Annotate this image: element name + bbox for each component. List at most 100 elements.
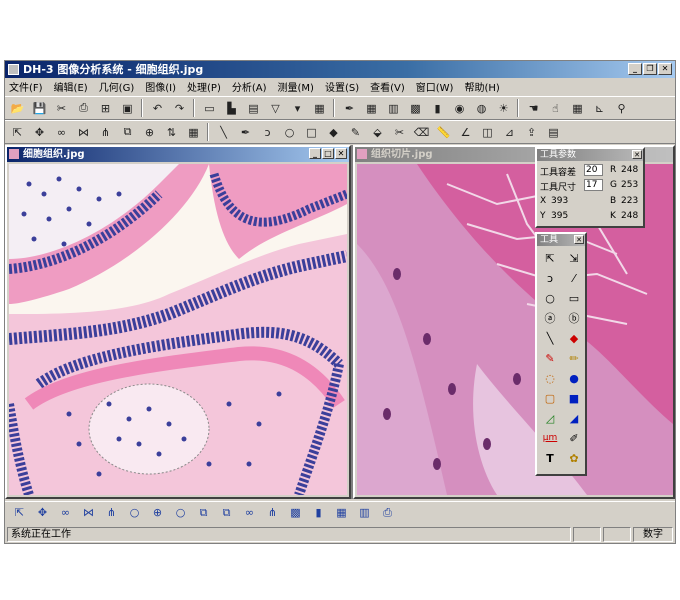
link-icon[interactable]: ∞ — [241, 504, 258, 521]
menu-window[interactable]: 窗口(W) — [416, 79, 454, 94]
dropdown-icon[interactable]: ▾ — [289, 100, 306, 117]
color-bars-icon[interactable]: ▮ — [429, 100, 446, 117]
measure-icon[interactable]: ⊾ — [591, 100, 608, 117]
frame-icon[interactable]: ▢ — [539, 388, 561, 408]
merge-icon[interactable]: ⊕ — [149, 504, 166, 521]
undo-icon[interactable]: ↶ — [149, 100, 166, 117]
histogram-icon[interactable]: ▙ — [223, 100, 240, 117]
export-icon[interactable]: ⇪ — [523, 124, 540, 141]
menu-image[interactable]: 图像(I) — [145, 79, 176, 94]
sun-icon[interactable]: ☀ — [495, 100, 512, 117]
select-icon[interactable]: ⇱ — [9, 124, 26, 141]
split-icon[interactable]: ⋔ — [264, 504, 281, 521]
menu-view[interactable]: 查看(V) — [370, 79, 405, 94]
join-icon[interactable]: ⋈ — [75, 124, 92, 141]
monitor-icon[interactable]: ▭ — [201, 100, 218, 117]
report-icon[interactable]: ▤ — [545, 124, 562, 141]
bucket-icon[interactable]: ⬙ — [369, 124, 386, 141]
minimize-button[interactable]: _ — [309, 148, 321, 159]
filter-icon[interactable]: ▽ — [267, 100, 284, 117]
pen-icon[interactable]: ✒ — [341, 100, 358, 117]
scan-icon[interactable]: ⊞ — [97, 100, 114, 117]
table-icon[interactable]: ▦ — [363, 100, 380, 117]
menu-analyze[interactable]: 分析(A) — [232, 79, 267, 94]
image-window-left-titlebar[interactable]: 细胞组织.jpg _ □ ✕ — [7, 147, 349, 162]
palette-icon[interactable]: ◍ — [473, 100, 490, 117]
multi-select-icon[interactable]: ⇲ — [563, 248, 585, 268]
restore-button[interactable]: ❐ — [643, 63, 657, 75]
maximize-button[interactable]: □ — [322, 148, 334, 159]
scissors-icon[interactable]: ✂ — [391, 124, 408, 141]
circle-icon[interactable]: ○ — [126, 504, 143, 521]
split-icon[interactable]: ⋔ — [103, 504, 120, 521]
grid-icon[interactable]: ▦ — [333, 504, 350, 521]
close-icon[interactable]: ✕ — [574, 235, 584, 244]
menu-process[interactable]: 处理(P) — [187, 79, 221, 94]
filled-rect-icon[interactable]: ■ — [563, 388, 585, 408]
cut-icon[interactable]: ✂ — [53, 100, 70, 117]
close-button[interactable]: ✕ — [658, 63, 672, 75]
fill-icon[interactable]: ◆ — [325, 124, 342, 141]
sort-icon[interactable]: ⇅ — [163, 124, 180, 141]
rectangle-icon[interactable]: ▭ — [563, 288, 585, 308]
dropper-icon[interactable]: ✎ — [539, 348, 561, 368]
circle-icon[interactable]: ○ — [281, 124, 298, 141]
move-icon[interactable]: ✥ — [34, 504, 51, 521]
color-wheel-icon[interactable]: ◉ — [451, 100, 468, 117]
chart-icon[interactable]: ▥ — [385, 100, 402, 117]
line-icon[interactable]: ╲ — [539, 328, 561, 348]
open-icon[interactable]: 📂 — [9, 100, 26, 117]
menu-measure[interactable]: 测量(M) — [278, 79, 314, 94]
color-grid-icon[interactable]: ▩ — [287, 504, 304, 521]
ellipse-icon[interactable]: ○ — [539, 288, 561, 308]
tissue-image-canvas[interactable] — [9, 164, 347, 495]
image-icon[interactable]: ▤ — [245, 100, 262, 117]
dropper-icon[interactable]: ✎ — [347, 124, 364, 141]
lasso-icon[interactable]: ↄ — [259, 124, 276, 141]
redo-icon[interactable]: ↷ — [171, 100, 188, 117]
filled-polygon-icon[interactable]: ◢ — [563, 408, 585, 428]
filled-ellipse-icon[interactable]: ● — [563, 368, 585, 388]
arrow-select-icon[interactable]: ⇱ — [539, 248, 561, 268]
print-icon[interactable]: ⎙ — [379, 504, 396, 521]
pencil-icon[interactable]: ✏ — [563, 348, 585, 368]
area-icon[interactable]: ◫ — [479, 124, 496, 141]
magnifier-icon[interactable]: ⚲ — [613, 100, 630, 117]
palette-icon[interactable]: ✿ — [563, 448, 585, 468]
menu-edit[interactable]: 编辑(E) — [54, 79, 88, 94]
text-tool-icon[interactable]: T — [539, 448, 561, 468]
copy-icon[interactable]: ⧉ — [195, 504, 212, 521]
line-icon[interactable]: ╲ — [215, 124, 232, 141]
menu-file[interactable]: 文件(F) — [9, 79, 43, 94]
link-icon[interactable]: ∞ — [57, 504, 74, 521]
brush-select-icon[interactable]: ⓐ — [539, 308, 561, 328]
color-grid-icon[interactable]: ▩ — [407, 100, 424, 117]
menu-help[interactable]: 帮助(H) — [464, 79, 499, 94]
brush-deselect-icon[interactable]: ⓑ — [563, 308, 585, 328]
print-icon[interactable]: ⎙ — [75, 100, 92, 117]
table-icon[interactable]: ▦ — [185, 124, 202, 141]
pointer-icon[interactable]: ☝ — [547, 100, 564, 117]
join-icon[interactable]: ⋈ — [80, 504, 97, 521]
color-bars-icon[interactable]: ▮ — [310, 504, 327, 521]
calibrate-icon[interactable]: ⊿ — [501, 124, 518, 141]
size-input[interactable]: 17 — [584, 179, 603, 191]
capacity-input[interactable]: 20 — [584, 164, 603, 176]
brush-icon[interactable]: ✐ — [563, 428, 585, 448]
ring-icon[interactable]: ◌ — [539, 368, 561, 388]
move-icon[interactable]: ✥ — [31, 124, 48, 141]
hand-icon[interactable]: ☚ — [525, 100, 542, 117]
copy-icon[interactable]: ⧉ — [218, 504, 235, 521]
menu-settings[interactable]: 设置(S) — [325, 79, 359, 94]
wand-icon[interactable]: ⁄ — [563, 268, 585, 288]
pen-icon[interactable]: ✒ — [237, 124, 254, 141]
image-window-left[interactable]: 细胞组织.jpg _ □ ✕ — [5, 145, 351, 499]
angle-icon[interactable]: ∠ — [457, 124, 474, 141]
ruler-icon[interactable]: 📏 — [435, 124, 452, 141]
rectangle-icon[interactable]: □ — [303, 124, 320, 141]
toolbox-panel[interactable]: 工具 ✕ ⇱ ⇲ ↄ ⁄ ○ ▭ ⓐ ⓑ ╲ ◆ ✎ ✏ ◌ ● ▢ ■ ◿ ◢… — [535, 232, 587, 476]
grid-icon[interactable]: ▦ — [569, 100, 586, 117]
minimize-button[interactable]: _ — [628, 63, 642, 75]
tool-params-titlebar[interactable]: 工具参数 ✕ — [537, 149, 643, 161]
calculator-icon[interactable]: ▦ — [311, 100, 328, 117]
